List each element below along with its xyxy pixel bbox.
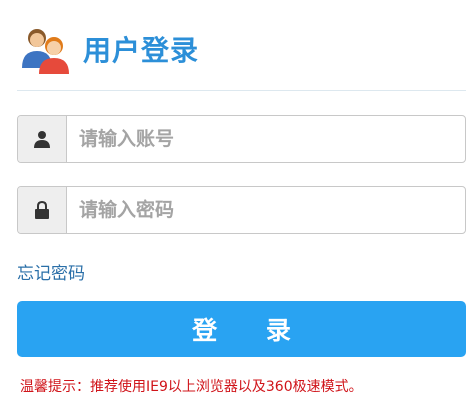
- user-icon: [18, 116, 67, 162]
- login-button[interactable]: 登 录: [17, 301, 466, 357]
- lock-icon: [18, 187, 67, 233]
- page-title: 用户登录: [83, 34, 200, 67]
- username-input[interactable]: [67, 116, 465, 162]
- header-divider: [17, 90, 466, 91]
- browser-tip: 温馨提示：推荐使用IE9以上浏览器以及360极速模式。: [20, 379, 363, 395]
- forgot-password-link[interactable]: 忘记密码: [17, 259, 85, 284]
- users-icon: [17, 24, 73, 74]
- password-input[interactable]: [67, 187, 465, 233]
- username-field: [17, 115, 466, 163]
- login-header: 用户登录: [17, 24, 199, 74]
- password-field: [17, 186, 466, 234]
